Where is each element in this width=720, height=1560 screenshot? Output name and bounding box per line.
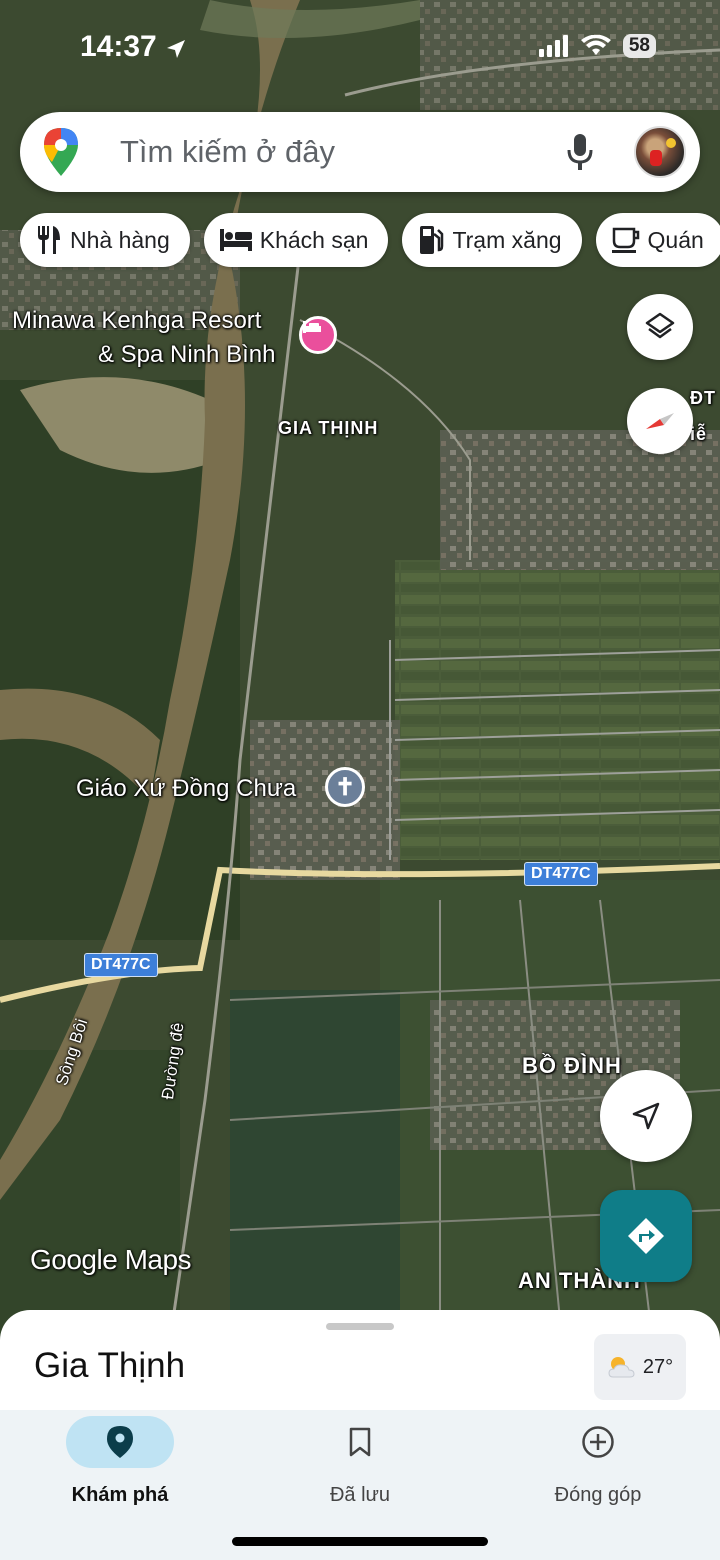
hotel-icon bbox=[219, 229, 252, 251]
tab-label: Đã lưu bbox=[329, 1484, 391, 1506]
home-indicator[interactable] bbox=[232, 1537, 488, 1546]
bottom-sheet[interactable]: Gia Thịnh 27° bbox=[0, 1310, 720, 1420]
partly-cloudy-icon bbox=[608, 1357, 635, 1378]
microphone-icon[interactable] bbox=[565, 132, 595, 172]
weather-chip[interactable]: 27° bbox=[594, 1334, 686, 1400]
chip-hotels[interactable]: Khách sạn bbox=[203, 213, 389, 267]
pin-icon bbox=[107, 1426, 133, 1458]
signal-icon bbox=[538, 35, 568, 57]
add-circle-icon bbox=[582, 1426, 614, 1458]
sheet-drag-handle[interactable] bbox=[326, 1323, 394, 1330]
my-location-button[interactable] bbox=[600, 1070, 692, 1162]
search-input[interactable]: Tìm kiếm ở đây bbox=[120, 134, 335, 170]
wifi-icon bbox=[580, 35, 611, 55]
place-title: Gia Thịnh bbox=[34, 1346, 186, 1385]
tab-label: Khám phá bbox=[71, 1484, 169, 1506]
road-shield-left: DT477C bbox=[84, 953, 158, 977]
gas-station-icon bbox=[420, 226, 444, 254]
road-shield-right: DT477C bbox=[524, 862, 598, 886]
chip-label: Nhà hàng bbox=[70, 226, 170, 253]
area-label-gia-thinh: GIA THỊNH bbox=[278, 418, 379, 438]
chip-restaurants[interactable]: Nhà hàng bbox=[20, 213, 190, 267]
directions-button[interactable] bbox=[600, 1190, 692, 1282]
google-maps-watermark: Google Maps bbox=[30, 1244, 192, 1275]
bookmark-icon bbox=[349, 1427, 371, 1457]
search-bar[interactable]: Tìm kiếm ở đây bbox=[20, 112, 700, 192]
edge-label-1: ĐT bbox=[690, 388, 716, 408]
chip-label: Trạm xăng bbox=[452, 226, 562, 253]
hotel-pin-icon[interactable] bbox=[299, 316, 337, 354]
google-maps-logo-icon bbox=[44, 128, 78, 176]
tab-explore[interactable]: Khám phá bbox=[20, 1416, 220, 1507]
avatar[interactable] bbox=[634, 126, 686, 178]
tab-saved[interactable]: Đã lưu bbox=[260, 1416, 460, 1507]
chip-label: Quán bbox=[647, 226, 704, 253]
compass-icon bbox=[646, 413, 674, 429]
resort-label-line2[interactable]: & Spa Ninh Bình bbox=[98, 338, 275, 372]
tab-label: Đóng góp bbox=[554, 1484, 642, 1506]
edge-label-2: iễ bbox=[690, 424, 708, 444]
directions-icon bbox=[628, 1218, 664, 1254]
temperature: 27° bbox=[642, 1355, 674, 1378]
chip-gas-stations[interactable]: Trạm xăng bbox=[402, 213, 582, 267]
parish-label[interactable]: Giáo Xứ Đồng Chưa bbox=[76, 772, 296, 806]
navigation-arrow-icon bbox=[632, 1102, 660, 1130]
status-icons: 58 bbox=[538, 34, 656, 58]
layers-icon bbox=[645, 312, 675, 339]
category-chips: Nhà hàng Khách sạn Trạm xăng Quán bbox=[20, 213, 720, 267]
status-bar: 14:37 58 bbox=[0, 0, 720, 100]
status-time: 14:37 bbox=[80, 30, 157, 63]
area-label-bo-dinh: BỒ ĐÌNH bbox=[522, 1053, 622, 1078]
cafe-icon bbox=[611, 227, 639, 253]
resort-label[interactable]: Minawa Kenhga Resort bbox=[12, 304, 261, 338]
tab-contribute[interactable]: Đóng góp bbox=[498, 1416, 698, 1507]
compass-button[interactable] bbox=[627, 388, 693, 454]
chip-label: Khách sạn bbox=[259, 226, 369, 253]
layers-button[interactable] bbox=[627, 294, 693, 360]
church-pin-icon[interactable]: ✝ bbox=[325, 767, 365, 807]
restaurant-icon bbox=[38, 226, 60, 254]
chip-cafes[interactable]: Quán bbox=[595, 213, 720, 267]
location-arrow-icon bbox=[167, 40, 185, 58]
battery-icon: 58 bbox=[622, 34, 656, 58]
